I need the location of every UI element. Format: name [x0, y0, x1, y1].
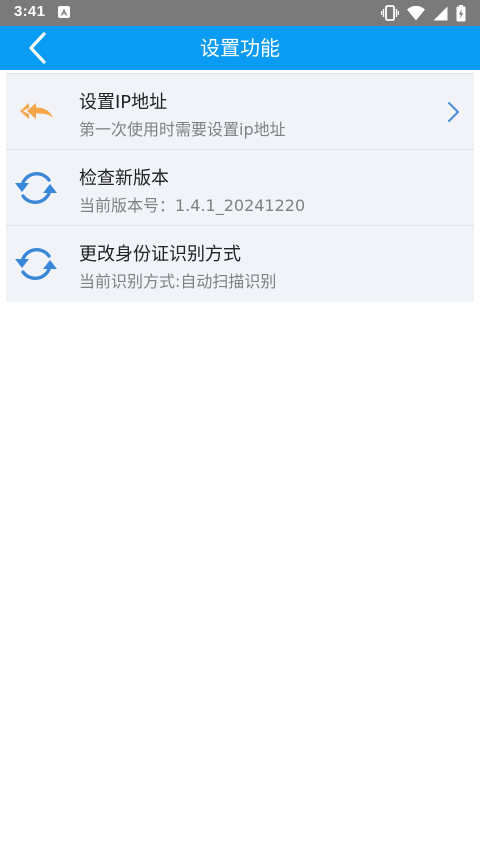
app-bar: 设置功能	[0, 26, 480, 70]
sync-icon	[12, 164, 60, 212]
item-title: 更改身份证识别方式	[79, 244, 241, 265]
status-bar: 3:41	[0, 0, 480, 26]
settings-item-check-version[interactable]: 检查新版本 当前版本号：1.4.1_20241220	[6, 150, 474, 226]
battery-icon	[456, 4, 466, 21]
settings-list: 设置IP地址 第一次使用时需要设置ip地址 检查新版本 当前版本号：1.4.1_…	[6, 73, 474, 302]
page-title: 设置功能	[200, 36, 280, 60]
settings-item-set-ip[interactable]: 设置IP地址 第一次使用时需要设置ip地址	[6, 74, 474, 150]
back-button[interactable]	[22, 30, 58, 66]
item-title: 检查新版本	[79, 168, 169, 189]
chevron-right-icon	[448, 102, 459, 122]
item-subtitle: 当前版本号：1.4.1_20241220	[79, 196, 306, 215]
wifi-icon	[407, 5, 425, 20]
item-title: 设置IP地址	[79, 92, 168, 113]
status-time: 3:41	[14, 3, 46, 20]
vibrate-icon	[381, 5, 399, 21]
item-subtitle: 第一次使用时需要设置ip地址	[79, 120, 286, 139]
sync-icon	[12, 240, 60, 288]
status-icons	[381, 4, 466, 22]
signal-icon	[433, 6, 448, 20]
chevron-left-icon	[29, 32, 46, 64]
settings-item-change-id-method[interactable]: 更改身份证识别方式 当前识别方式:自动扫描识别	[6, 226, 474, 302]
a-square-icon	[58, 6, 70, 18]
item-subtitle: 当前识别方式:自动扫描识别	[79, 272, 277, 291]
reply-all-icon	[12, 88, 60, 136]
